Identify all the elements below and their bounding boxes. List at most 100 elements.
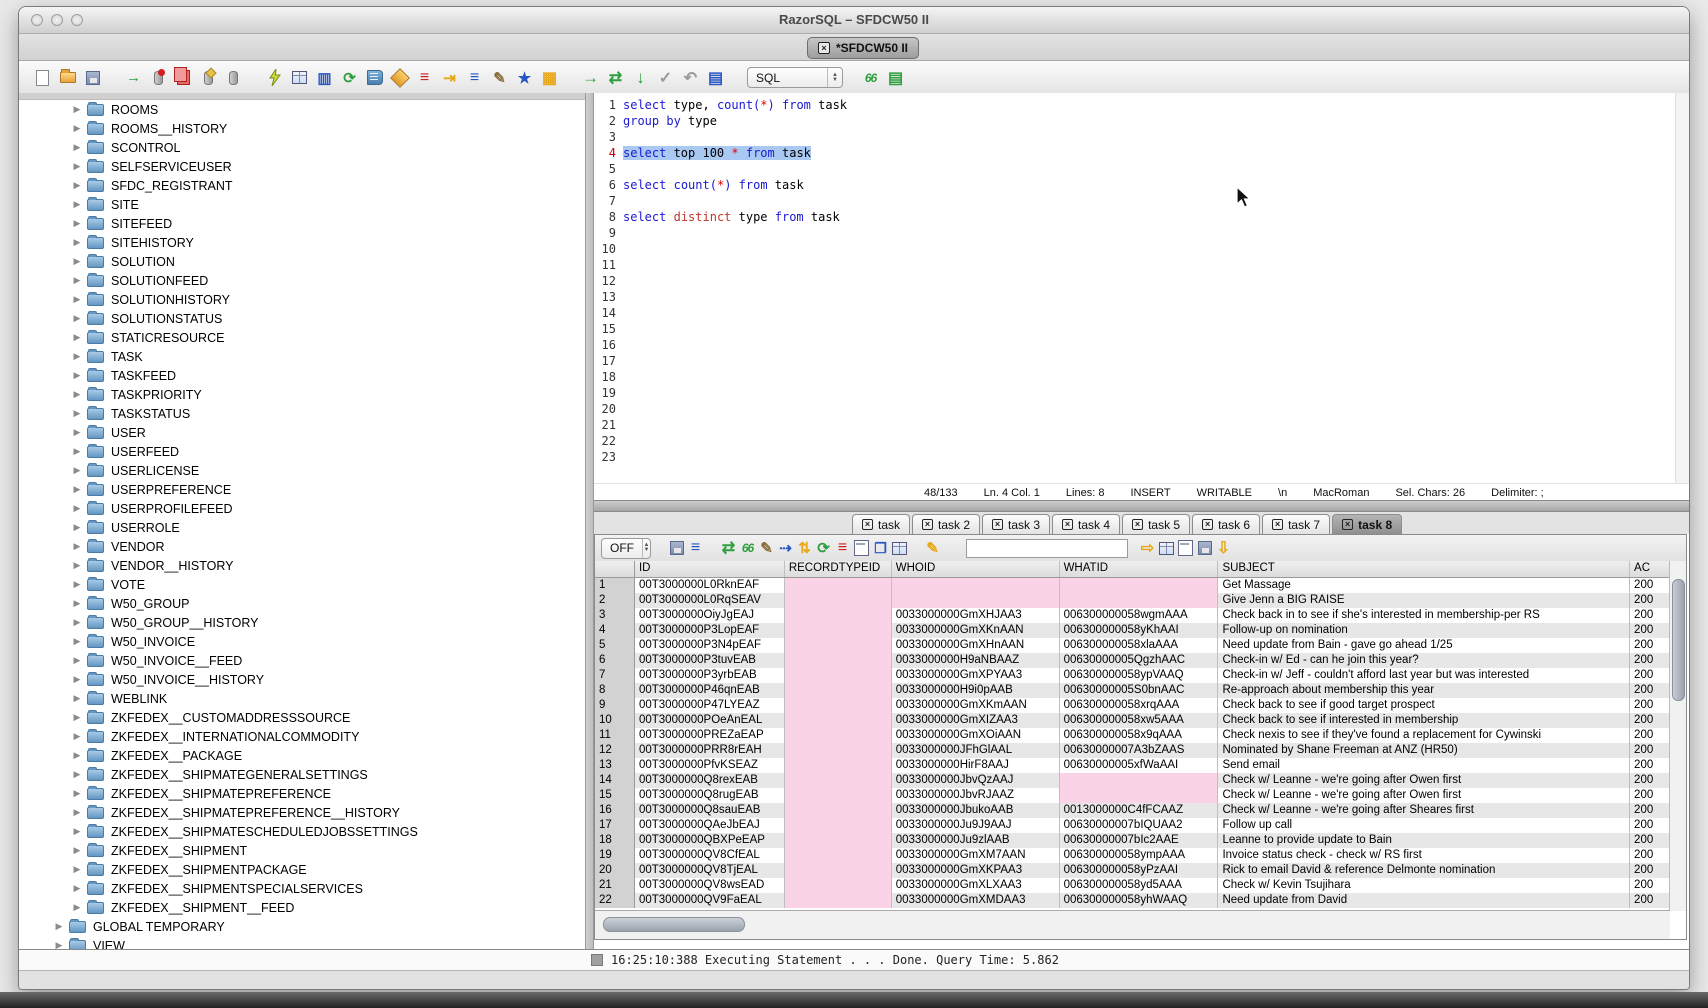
tree-item-zkfedex-shipmatepreference[interactable]: ▶ZKFEDEX__SHIPMATEPREFERENCE	[19, 784, 585, 803]
table-row-10[interactable]: 1000T3000000POeAnEAL0033000000GmXIZAA300…	[595, 713, 1670, 728]
table-row-16[interactable]: 1600T3000000Q8sauEAB0033000000JbukoAAB00…	[595, 803, 1670, 818]
table-row-13[interactable]: 1300T3000000PfvKSEAZ0033000000HirF8AAJ00…	[595, 758, 1670, 773]
editor-line-6[interactable]: 6select count(*) from task	[594, 177, 1689, 193]
column-header-whatid[interactable]: WHATID	[1060, 561, 1219, 577]
editor-line-11[interactable]: 11	[594, 257, 1689, 273]
tree-item-solutionhistory[interactable]: ▶SOLUTIONHISTORY	[19, 290, 585, 309]
editor-line-7[interactable]: 7	[594, 193, 1689, 209]
row-number[interactable]: 5	[595, 638, 635, 653]
reload-table-icon[interactable]: ⟳	[814, 539, 833, 558]
disclosure-triangle-icon[interactable]: ▶	[71, 731, 83, 742]
result-tab-task-6[interactable]: ×task 6	[1192, 514, 1260, 534]
title-bar[interactable]: RazorSQL – SFDCW50 II	[19, 7, 1689, 34]
tree-item-vendor-history[interactable]: ▶VENDOR__HISTORY	[19, 556, 585, 575]
tree-item-solutionfeed[interactable]: ▶SOLUTIONFEED	[19, 271, 585, 290]
tree-item-vote[interactable]: ▶VOTE	[19, 575, 585, 594]
editor-line-19[interactable]: 19	[594, 385, 1689, 401]
database-docs-icon[interactable]	[365, 68, 384, 87]
create-object-icon[interactable]	[199, 68, 218, 87]
table-row-1[interactable]: 100T3000000L0RknEAFGet Massage200	[595, 578, 1670, 593]
tree-item-zkfedex-shipmentpackage[interactable]: ▶ZKFEDEX__SHIPMENTPACKAGE	[19, 860, 585, 879]
disclosure-triangle-icon[interactable]: ▶	[71, 180, 83, 191]
result-tab-task-5[interactable]: ×task 5	[1122, 514, 1190, 534]
row-number[interactable]: 17	[595, 818, 635, 833]
grid-horizontal-scrollbar[interactable]	[595, 910, 1670, 939]
tree-item-userlicense[interactable]: ▶USERLICENSE	[19, 461, 585, 480]
edit-sql-icon[interactable]: ✎	[490, 68, 509, 87]
row-number[interactable]: 13	[595, 758, 635, 773]
row-number[interactable]: 18	[595, 833, 635, 848]
tree-item-vendor[interactable]: ▶VENDOR	[19, 537, 585, 556]
open-file-icon[interactable]	[58, 68, 77, 87]
preview-glasses-icon[interactable]: 66	[861, 68, 880, 87]
tree-item-userpreference[interactable]: ▶USERPREFERENCE	[19, 480, 585, 499]
result-tab-task-7[interactable]: ×task 7	[1262, 514, 1330, 534]
tree-item-selfserviceuser[interactable]: ▶SELFSERVICEUSER	[19, 157, 585, 176]
tree-item-userfeed[interactable]: ▶USERFEED	[19, 442, 585, 461]
export-results-icon[interactable]: ⇩	[1214, 539, 1233, 558]
tree-item-weblink[interactable]: ▶WEBLINK	[19, 689, 585, 708]
disclosure-triangle-icon[interactable]: ▶	[71, 199, 83, 210]
disclosure-triangle-icon[interactable]: ▶	[71, 674, 83, 685]
tree-item-taskpriority[interactable]: ▶TASKPRIORITY	[19, 385, 585, 404]
disclosure-triangle-icon[interactable]: ▶	[71, 883, 83, 894]
editor-line-20[interactable]: 20	[594, 401, 1689, 417]
tree-item-w50-group-history[interactable]: ▶W50_GROUP__HISTORY	[19, 613, 585, 632]
validate-check-icon[interactable]: ✓	[656, 68, 675, 87]
tree-item-w50-group[interactable]: ▶W50_GROUP	[19, 594, 585, 613]
editor-line-1[interactable]: 1select type, count(*) from task	[594, 97, 1689, 113]
disclosure-triangle-icon[interactable]: ▶	[71, 845, 83, 856]
editor-line-23[interactable]: 23	[594, 449, 1689, 465]
tree-item-userprofilefeed[interactable]: ▶USERPROFILEFEED	[19, 499, 585, 518]
disclosure-triangle-icon[interactable]: ▶	[71, 579, 83, 590]
results-grid[interactable]: IDRECORDTYPEIDWHOIDWHATIDSUBJECTAC100T30…	[595, 561, 1670, 911]
editor-line-2[interactable]: 2group by type	[594, 113, 1689, 129]
table-row-12[interactable]: 1200T3000000PRR8rEAH0033000000JFhGlAAL00…	[595, 743, 1670, 758]
disclosure-triangle-icon[interactable]: ▶	[71, 237, 83, 248]
table-row-8[interactable]: 800T3000000P46qnEAB0033000000H9i0pAAB006…	[595, 683, 1670, 698]
editor-line-14[interactable]: 14	[594, 305, 1689, 321]
editor-line-21[interactable]: 21	[594, 417, 1689, 433]
editor-line-12[interactable]: 12	[594, 273, 1689, 289]
tree-item-userrole[interactable]: ▶USERROLE	[19, 518, 585, 537]
result-tab-task-2[interactable]: ×task 2	[912, 514, 980, 534]
editor-line-17[interactable]: 17	[594, 353, 1689, 369]
disclosure-triangle-icon[interactable]: ▶	[71, 465, 83, 476]
table-row-22[interactable]: 2200T3000000QV9FaEAL0033000000GmXMDAA300…	[595, 893, 1670, 908]
editor-line-8[interactable]: 8select distinct type from task	[594, 209, 1689, 225]
execution-log-icon[interactable]: ▤	[886, 68, 905, 87]
row-number[interactable]: 20	[595, 863, 635, 878]
disclosure-triangle-icon[interactable]: ▶	[71, 123, 83, 134]
tree-item-task[interactable]: ▶TASK	[19, 347, 585, 366]
format-sql-icon[interactable]: ≡	[465, 68, 484, 87]
tree-item-solution[interactable]: ▶SOLUTION	[19, 252, 585, 271]
disclosure-triangle-icon[interactable]: ▶	[71, 104, 83, 115]
disclosure-triangle-icon[interactable]: ▶	[71, 522, 83, 533]
column-header-ac[interactable]: AC	[1630, 561, 1670, 577]
disconnect-database-icon[interactable]	[149, 68, 168, 87]
disclosure-triangle-icon[interactable]: ▶	[71, 541, 83, 552]
tree-item-zkfedex-shipment[interactable]: ▶ZKFEDEX__SHIPMENT	[19, 841, 585, 860]
tree-item-user[interactable]: ▶USER	[19, 423, 585, 442]
row-number[interactable]: 3	[595, 608, 635, 623]
column-header-whoid[interactable]: WHOID	[892, 561, 1060, 577]
editor-line-9[interactable]: 9	[594, 225, 1689, 241]
disclosure-triangle-icon[interactable]: ▶	[71, 142, 83, 153]
disclosure-triangle-icon[interactable]: ▶	[71, 560, 83, 571]
edit-cell-icon[interactable]: ✎	[757, 539, 776, 558]
column-header-recordtypeid[interactable]: RECORDTYPEID	[785, 561, 892, 577]
refresh-objects-icon[interactable]: ⟳	[340, 68, 359, 87]
disclosure-triangle-icon[interactable]: ▶	[53, 940, 65, 949]
table-row-9[interactable]: 900T3000000P47LYEAZ0033000000GmXKmAAN006…	[595, 698, 1670, 713]
tree-item-zkfedex-customaddresssource[interactable]: ▶ZKFEDEX__CUSTOMADDRESSSOURCE	[19, 708, 585, 727]
tree-item-staticresource[interactable]: ▶STATICRESOURCE	[19, 328, 585, 347]
disclosure-triangle-icon[interactable]: ▶	[71, 294, 83, 305]
disclosure-triangle-icon[interactable]: ▶	[71, 370, 83, 381]
tree-item-rooms[interactable]: ▶ROOMS	[19, 100, 585, 119]
execute-sql-icon[interactable]	[265, 68, 284, 87]
close-tab-icon[interactable]: ×	[1062, 519, 1073, 530]
export-data-icon[interactable]: ⇥	[440, 68, 459, 87]
undo-icon[interactable]: ↶	[681, 68, 700, 87]
row-number[interactable]: 8	[595, 683, 635, 698]
grid-view-icon[interactable]: ≡	[833, 539, 852, 558]
